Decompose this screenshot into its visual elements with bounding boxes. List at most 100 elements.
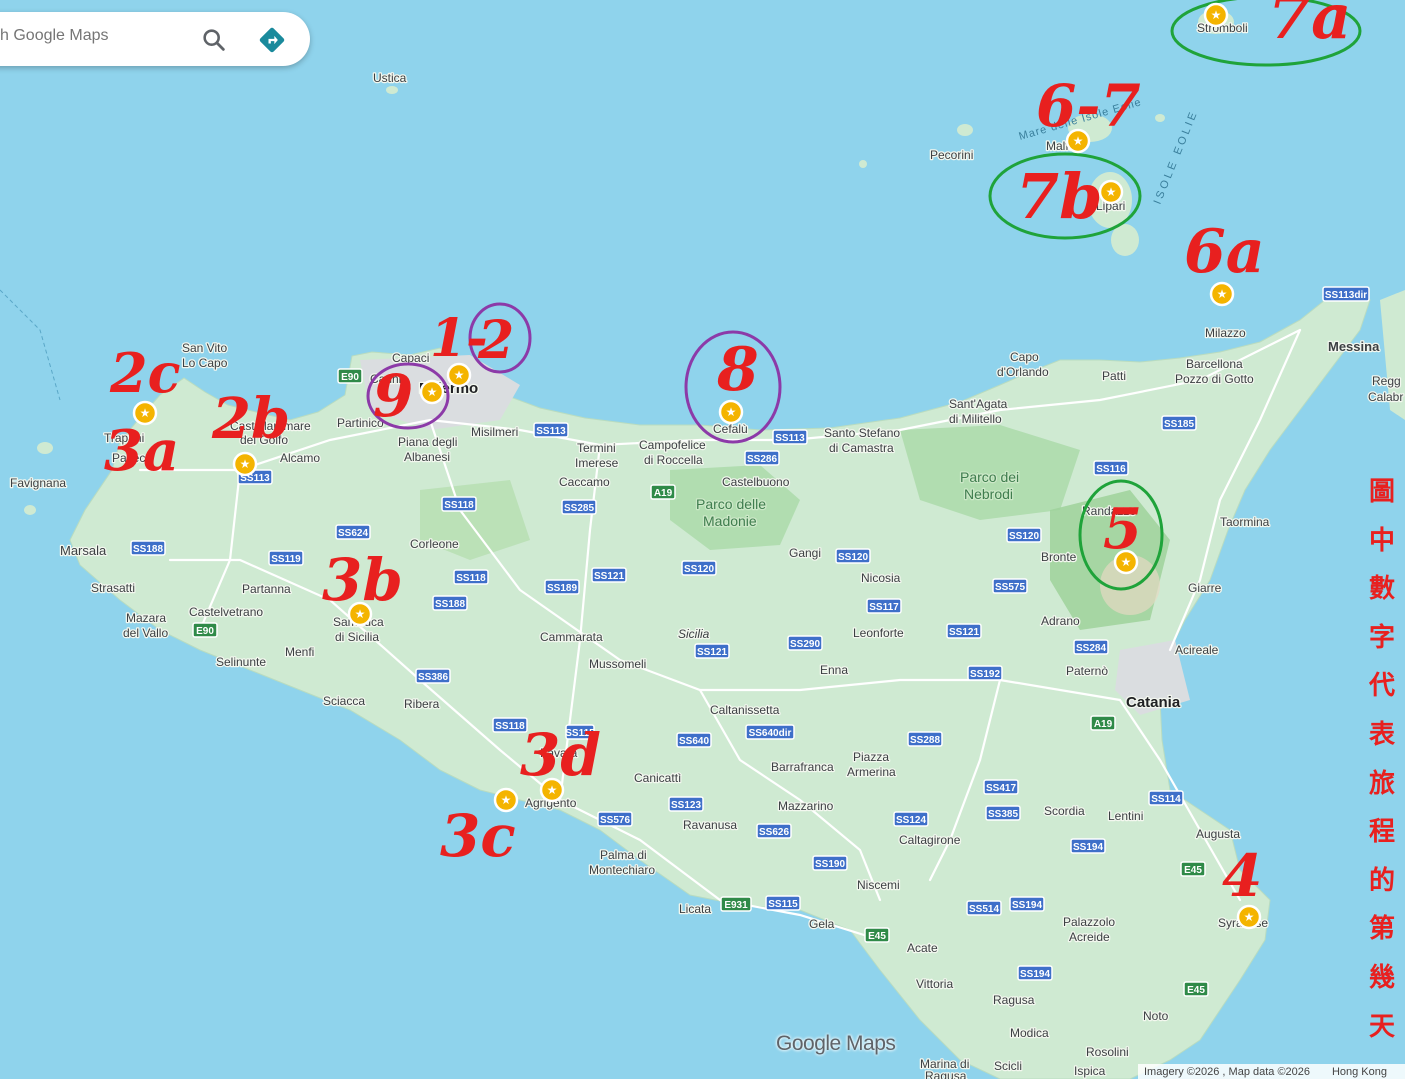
shield-ss385: SS385 xyxy=(985,805,1021,821)
svg-text:★: ★ xyxy=(427,385,438,399)
anno-2c: 2c xyxy=(109,341,180,405)
svg-text:SS119: SS119 xyxy=(271,554,301,565)
svg-text:SS116: SS116 xyxy=(1096,464,1126,475)
svg-text:SS385: SS385 xyxy=(988,809,1018,820)
label-acate: Acate xyxy=(907,941,938,955)
svg-text:★: ★ xyxy=(1211,8,1222,22)
anno-6-7: 6-7 xyxy=(1036,72,1141,140)
svg-text:SS640: SS640 xyxy=(679,736,709,747)
label-mussomeli: Mussomeli xyxy=(589,657,646,671)
shield-ss188b: SS188 xyxy=(130,540,166,556)
svg-text:★: ★ xyxy=(240,457,251,471)
star-marker-icon[interactable]: ★ xyxy=(419,379,445,405)
svg-text:SS284: SS284 xyxy=(1076,643,1106,654)
label-termini-2: Imerese xyxy=(575,456,619,470)
label-niscemi: Niscemi xyxy=(857,878,900,892)
label-patti: Patti xyxy=(1102,369,1126,383)
shield-ss640dir: SS640dir xyxy=(745,724,795,740)
label-augusta: Augusta xyxy=(1196,827,1240,841)
label-mazara-1: Mazara xyxy=(126,611,166,625)
shield-e90b: E90 xyxy=(192,622,218,638)
label-canicatti: Canicattì xyxy=(634,771,681,785)
attribution-text[interactable]: Imagery ©2026 , Map data ©2026 xyxy=(1144,1066,1310,1078)
shield-ss115: SS115 xyxy=(765,895,801,911)
svg-text:SS114: SS114 xyxy=(1151,794,1181,805)
label-caltanissetta: Caltanissetta xyxy=(710,703,780,717)
island-levanzo xyxy=(24,505,36,515)
legend-char: 天 xyxy=(1368,1011,1395,1042)
shield-ss119: SS119 xyxy=(268,550,304,566)
svg-text:SS290: SS290 xyxy=(790,639,820,650)
shield-ss113b: SS113 xyxy=(533,422,569,438)
label-catania: Catania xyxy=(1126,694,1181,711)
search-box xyxy=(0,12,310,66)
label-madonie-2: Madonie xyxy=(703,513,757,529)
legend-char: 圖 xyxy=(1368,477,1395,507)
label-caccamo: Caccamo xyxy=(559,475,610,489)
shield-ss121c: SS121 xyxy=(591,567,627,583)
region-text[interactable]: Hong Kong xyxy=(1332,1066,1387,1078)
label-gela: Gela xyxy=(809,917,835,931)
label-milazzo: Milazzo xyxy=(1205,326,1246,340)
directions-icon[interactable] xyxy=(258,26,286,54)
label-palma-2: Montechiaro xyxy=(589,863,655,877)
label-gangi: Gangi xyxy=(789,546,821,560)
shield-ss118b: SS118 xyxy=(453,569,489,585)
label-scordia: Scordia xyxy=(1044,804,1085,818)
shield-e45b: E45 xyxy=(1183,981,1209,997)
label-misilmeri: Misilmeri xyxy=(471,425,518,439)
island-alicudi xyxy=(859,160,867,168)
google-maps-logo: Google Maps xyxy=(776,1032,896,1055)
label-mazzarino: Mazzarino xyxy=(778,799,834,813)
shield-e45a: E45 xyxy=(1180,861,1206,877)
shield-ss113a: SS113 xyxy=(772,429,808,445)
svg-text:SS118: SS118 xyxy=(444,500,474,511)
svg-text:SS189: SS189 xyxy=(547,583,577,594)
anno-7a: 7a xyxy=(1268,0,1351,53)
shield-ss117: SS117 xyxy=(866,598,902,614)
legend-char: 幾 xyxy=(1368,962,1395,993)
shield-ss640: SS640 xyxy=(676,732,712,748)
star-marker-icon[interactable]: ★ xyxy=(1203,2,1229,28)
shield-ss189: SS189 xyxy=(544,579,580,595)
svg-text:SS576: SS576 xyxy=(600,815,630,826)
svg-text:SS575: SS575 xyxy=(995,582,1025,593)
label-reggio: Regg xyxy=(1372,374,1401,388)
label-scicli: Scicli xyxy=(994,1059,1022,1073)
label-cammarata: Cammarata xyxy=(540,630,603,644)
shield-ss286: SS286 xyxy=(744,450,780,466)
map-canvas[interactable]: Ustica Stromboli Mare delle Isole Eolie … xyxy=(0,0,1405,1079)
search-input[interactable] xyxy=(0,26,184,46)
label-ribera: Ribera xyxy=(404,697,440,711)
legend-char: 數 xyxy=(1368,574,1395,605)
anno-3d: 3d xyxy=(520,721,601,789)
svg-text:E90: E90 xyxy=(196,626,214,637)
svg-text:SS121: SS121 xyxy=(949,627,979,638)
svg-text:SS120: SS120 xyxy=(838,552,868,563)
island-favignana xyxy=(37,442,53,454)
label-termini-1: Termini xyxy=(577,441,616,455)
shield-ss514: SS514 xyxy=(966,900,1002,916)
attribution-bar: Imagery ©2026 , Map data ©2026 Hong Kong xyxy=(1138,1064,1405,1079)
legend-char: 中 xyxy=(1368,525,1395,556)
svg-text:SS117: SS117 xyxy=(869,602,899,613)
shield-ss124: SS124 xyxy=(893,811,929,827)
label-partanna: Partanna xyxy=(242,582,291,596)
shield-ss118a: SS118 xyxy=(441,496,477,512)
island-ustica xyxy=(386,86,398,94)
label-capo-orlando-2: d'Orlando xyxy=(997,365,1049,379)
shield-ss575: SS575 xyxy=(992,578,1028,594)
star-marker-icon[interactable]: ★ xyxy=(1098,179,1124,205)
label-palazzolo-2: Acreide xyxy=(1069,930,1110,944)
star-marker-icon[interactable]: ★ xyxy=(232,451,258,477)
svg-text:E45: E45 xyxy=(868,931,886,942)
label-santagata-2: di Militello xyxy=(949,412,1002,426)
shield-ss113dir: SS113dir xyxy=(1322,286,1370,302)
shield-ss288: SS288 xyxy=(907,731,943,747)
search-icon[interactable] xyxy=(200,26,228,54)
svg-text:SS188: SS188 xyxy=(133,544,163,555)
anno-3b: 3b xyxy=(322,546,403,614)
shield-ss120a: SS120 xyxy=(1006,527,1042,543)
label-nebrodi-2: Nebrodi xyxy=(964,486,1013,502)
legend-char: 的 xyxy=(1368,865,1395,896)
